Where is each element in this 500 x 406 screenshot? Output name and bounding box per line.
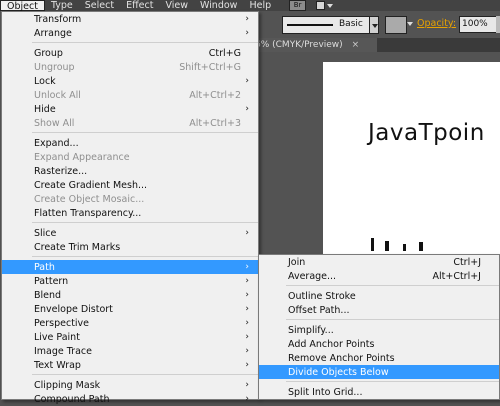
artboard-text-fragment bbox=[371, 238, 431, 252]
shortcut-label: Alt+Ctrl+3 bbox=[189, 117, 241, 129]
shortcut-label: Shift+Ctrl+G bbox=[179, 61, 241, 73]
submenu-item-average[interactable]: Average... Alt+Ctrl+J bbox=[259, 269, 499, 283]
menu-window[interactable]: Window bbox=[194, 0, 243, 11]
menu-item-create-gradient-mesh[interactable]: Create Gradient Mesh... bbox=[2, 178, 258, 192]
menu-item-expand-appearance[interactable]: Expand Appearance bbox=[2, 150, 258, 164]
submenu-arrow-icon: › bbox=[245, 14, 249, 24]
graphic-style-swatch[interactable] bbox=[385, 16, 407, 34]
submenu-item-outline-stroke[interactable]: Outline Stroke bbox=[259, 289, 499, 303]
document-tab-bar: 6% (CMYK/Preview) × bbox=[255, 38, 500, 52]
submenu-item-split-into-grid[interactable]: Split Into Grid... bbox=[259, 385, 499, 399]
opacity-input[interactable]: 100% bbox=[459, 16, 497, 33]
shortcut-label: Alt+Ctrl+J bbox=[432, 270, 482, 282]
menu-separator bbox=[286, 381, 499, 382]
menu-effect[interactable]: Effect bbox=[120, 0, 159, 11]
stroke-profile-dropdown[interactable] bbox=[369, 16, 379, 34]
menu-item-create-object-mosaic[interactable]: Create Object Mosaic... bbox=[2, 192, 258, 206]
menu-item-path[interactable]: Path › bbox=[2, 260, 258, 274]
menu-view[interactable]: View bbox=[159, 0, 194, 11]
submenu-arrow-icon: › bbox=[245, 346, 249, 356]
shortcut-label: Ctrl+J bbox=[453, 256, 481, 268]
control-bar: Basic Opacity: 100% bbox=[255, 11, 500, 39]
menu-separator bbox=[32, 222, 258, 223]
menu-item-rasterize[interactable]: Rasterize... bbox=[2, 164, 258, 178]
variable-width-profile[interactable]: Basic bbox=[282, 16, 370, 34]
submenu-arrow-icon: › bbox=[245, 360, 249, 370]
menu-item-perspective[interactable]: Perspective › bbox=[2, 316, 258, 330]
menu-item-unlock-all[interactable]: Unlock All Alt+Ctrl+2 bbox=[2, 88, 258, 102]
artboard-text[interactable]: JavaTpoin bbox=[368, 120, 485, 146]
menu-item-pattern[interactable]: Pattern › bbox=[2, 274, 258, 288]
menu-item-image-trace[interactable]: Image Trace › bbox=[2, 344, 258, 358]
submenu-arrow-icon: › bbox=[245, 318, 249, 328]
shortcut-label: Ctrl+G bbox=[208, 47, 241, 59]
menu-item-arrange[interactable]: Arrange › bbox=[2, 26, 258, 40]
menu-item-group[interactable]: Group Ctrl+G bbox=[2, 46, 258, 60]
graphic-style-dropdown[interactable] bbox=[407, 22, 413, 26]
document-tab-title: 6% (CMYK/Preview) bbox=[255, 40, 343, 50]
submenu-item-join[interactable]: Join Ctrl+J bbox=[259, 255, 499, 269]
submenu-arrow-icon: › bbox=[245, 304, 249, 314]
submenu-arrow-icon: › bbox=[245, 380, 249, 390]
menu-object[interactable]: Object bbox=[0, 0, 45, 11]
submenu-item-add-anchor-points[interactable]: Add Anchor Points bbox=[259, 337, 499, 351]
submenu-arrow-icon: › bbox=[245, 262, 249, 272]
arrange-documents-icon[interactable] bbox=[316, 1, 334, 10]
submenu-arrow-icon: › bbox=[245, 76, 249, 86]
submenu-item-remove-anchor-points[interactable]: Remove Anchor Points bbox=[259, 351, 499, 365]
menu-item-live-paint[interactable]: Live Paint › bbox=[2, 330, 258, 344]
menu-item-create-trim-marks[interactable]: Create Trim Marks bbox=[2, 240, 258, 254]
menu-separator bbox=[32, 132, 258, 133]
menu-separator bbox=[32, 256, 258, 257]
submenu-item-divide-objects-below[interactable]: Divide Objects Below bbox=[259, 365, 499, 379]
menu-item-ungroup[interactable]: Ungroup Shift+Ctrl+G bbox=[2, 60, 258, 74]
menu-item-hide[interactable]: Hide › bbox=[2, 102, 258, 116]
menu-bar: Object Type Select Effect View Window He… bbox=[0, 0, 500, 11]
menu-item-flatten-transparency[interactable]: Flatten Transparency... bbox=[2, 206, 258, 220]
menu-item-envelope-distort[interactable]: Envelope Distort › bbox=[2, 302, 258, 316]
close-icon[interactable]: × bbox=[352, 40, 360, 50]
submenu-arrow-icon: › bbox=[245, 332, 249, 342]
submenu-arrow-icon: › bbox=[245, 276, 249, 286]
menu-item-blend[interactable]: Blend › bbox=[2, 288, 258, 302]
submenu-arrow-icon: › bbox=[245, 290, 249, 300]
submenu-arrow-icon: › bbox=[245, 28, 249, 38]
opacity-label[interactable]: Opacity: bbox=[417, 18, 456, 29]
submenu-arrow-icon: › bbox=[245, 228, 249, 238]
opacity-dropdown[interactable] bbox=[496, 16, 500, 33]
menu-separator bbox=[286, 319, 499, 320]
menu-item-show-all[interactable]: Show All Alt+Ctrl+3 bbox=[2, 116, 258, 130]
path-submenu: Join Ctrl+J Average... Alt+Ctrl+J Outline … bbox=[258, 254, 500, 400]
menu-item-expand[interactable]: Expand... bbox=[2, 136, 258, 150]
menu-item-clipping-mask[interactable]: Clipping Mask › bbox=[2, 378, 258, 392]
menu-select[interactable]: Select bbox=[79, 0, 120, 11]
shortcut-label: Alt+Ctrl+2 bbox=[189, 89, 241, 101]
menu-separator bbox=[32, 374, 258, 375]
menu-type[interactable]: Type bbox=[45, 0, 79, 11]
submenu-item-simplify[interactable]: Simplify... bbox=[259, 323, 499, 337]
submenu-arrow-icon: › bbox=[245, 104, 249, 114]
menu-item-text-wrap[interactable]: Text Wrap › bbox=[2, 358, 258, 372]
submenu-arrow-icon: › bbox=[245, 394, 249, 404]
bridge-icon[interactable]: Br bbox=[289, 0, 307, 11]
menu-separator bbox=[32, 42, 258, 43]
menu-item-slice[interactable]: Slice › bbox=[2, 226, 258, 240]
menu-item-lock[interactable]: Lock › bbox=[2, 74, 258, 88]
object-menu: Transform › Arrange › Group Ctrl+G Ungroup S… bbox=[1, 11, 259, 405]
menu-item-compound-path[interactable]: Compound Path › bbox=[2, 392, 258, 406]
menu-separator bbox=[286, 285, 499, 286]
menu-item-transform[interactable]: Transform › bbox=[2, 12, 258, 26]
menu-help[interactable]: Help bbox=[243, 0, 277, 11]
stroke-profile-label: Basic bbox=[339, 19, 363, 29]
submenu-item-offset-path[interactable]: Offset Path... bbox=[259, 303, 499, 317]
document-tab[interactable]: 6% (CMYK/Preview) × bbox=[255, 38, 377, 52]
